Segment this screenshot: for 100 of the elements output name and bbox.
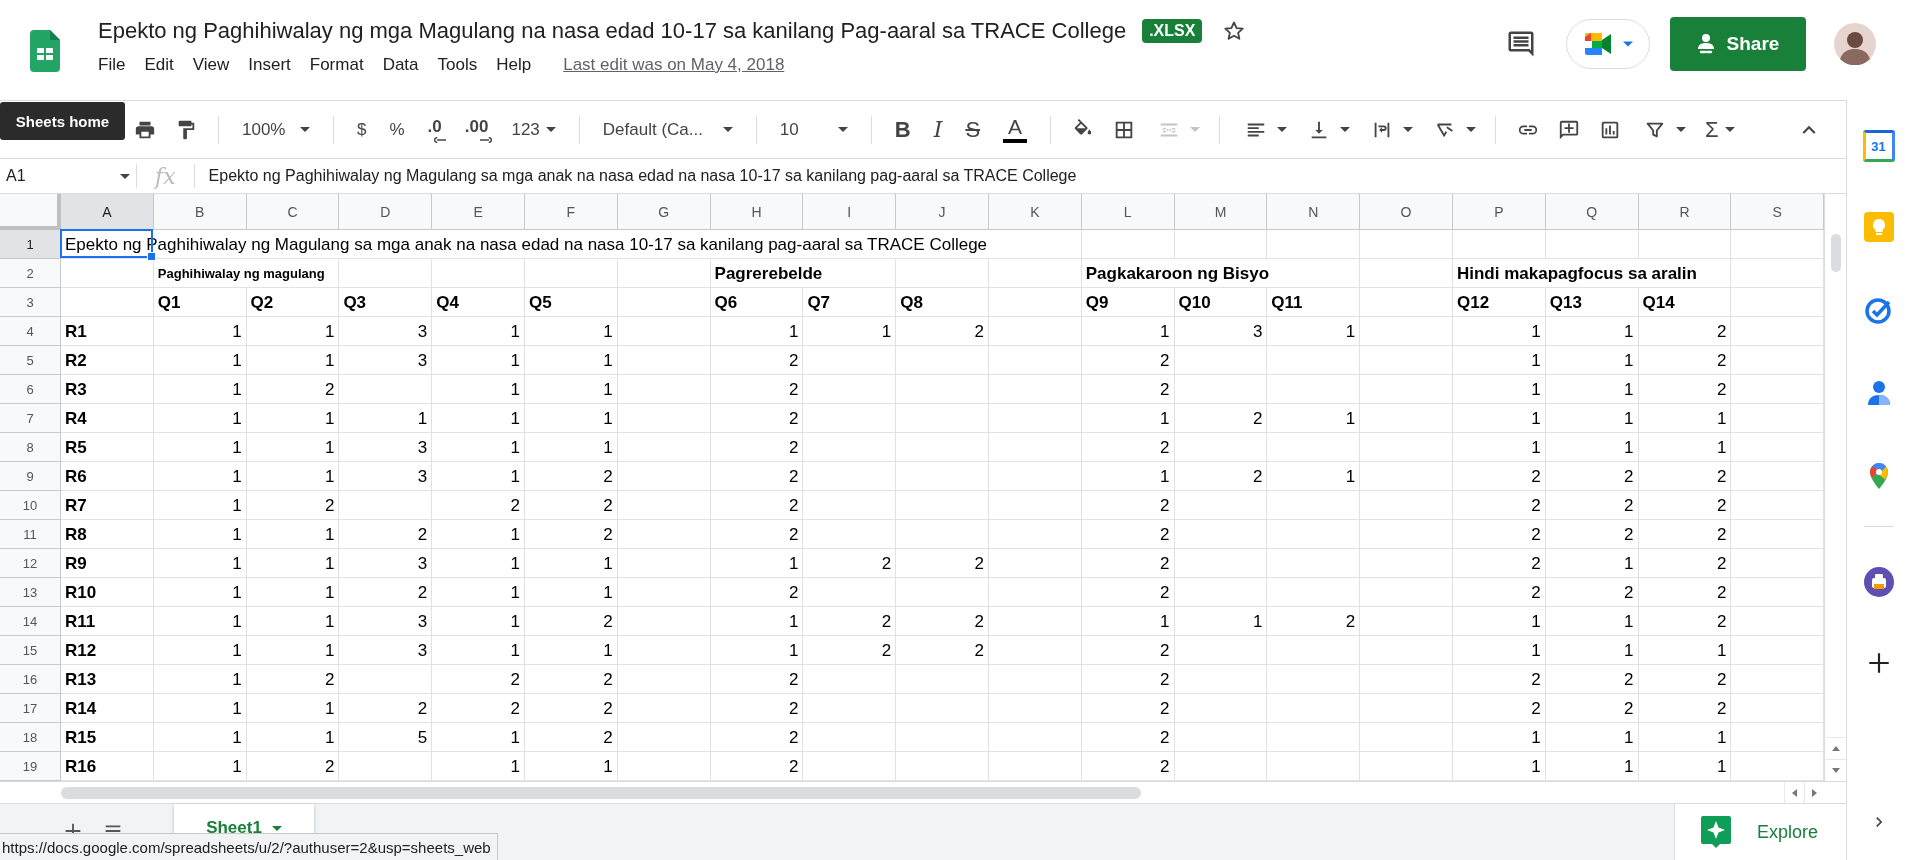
table-cell[interactable]: R5: [61, 433, 154, 462]
table-cell[interactable]: [1267, 346, 1361, 375]
table-cell[interactable]: [803, 578, 897, 607]
table-cell[interactable]: [1174, 549, 1268, 578]
table-cell[interactable]: 1: [153, 723, 247, 752]
table-cell[interactable]: [988, 404, 1082, 433]
table-cell[interactable]: 2: [896, 317, 989, 346]
scrollbar-thumb[interactable]: [1830, 234, 1841, 272]
table-cell[interactable]: [617, 607, 711, 636]
explore-button[interactable]: Explore: [1674, 804, 1846, 860]
table-cell[interactable]: [1174, 636, 1268, 665]
table-cell[interactable]: 2: [246, 752, 340, 781]
table-cell[interactable]: [988, 578, 1082, 607]
row-header[interactable]: 6: [0, 375, 61, 404]
table-cell[interactable]: [1731, 491, 1825, 520]
table-cell[interactable]: R2: [61, 346, 154, 375]
table-cell[interactable]: 2: [339, 694, 433, 723]
table-cell[interactable]: 2: [896, 636, 989, 665]
table-cell[interactable]: [617, 404, 711, 433]
table-cell[interactable]: [988, 433, 1082, 462]
table-cell[interactable]: [1174, 578, 1268, 607]
table-cell[interactable]: 1: [1452, 346, 1546, 375]
table-cell[interactable]: [988, 723, 1082, 752]
table-cell[interactable]: [1360, 665, 1453, 694]
table-cell[interactable]: 5: [339, 723, 433, 752]
table-cell[interactable]: [896, 462, 989, 491]
table-cell[interactable]: 1: [1638, 636, 1732, 665]
row-header[interactable]: 5: [0, 346, 61, 375]
table-cell[interactable]: 2: [1545, 520, 1639, 549]
table-cell[interactable]: Q1: [153, 288, 247, 317]
column-header[interactable]: P: [1452, 194, 1546, 230]
table-cell[interactable]: 1: [153, 462, 247, 491]
table-cell[interactable]: 1: [432, 578, 525, 607]
table-cell[interactable]: 1: [432, 317, 525, 346]
table-cell[interactable]: 2: [1452, 578, 1546, 607]
table-cell[interactable]: 2: [710, 752, 804, 781]
table-cell[interactable]: Q11: [1267, 288, 1361, 317]
table-cell[interactable]: 1: [525, 752, 618, 781]
table-cell[interactable]: 1: [153, 520, 247, 549]
table-cell[interactable]: [1174, 230, 1268, 259]
table-cell[interactable]: 2: [896, 549, 989, 578]
column-header[interactable]: F: [525, 194, 618, 230]
table-cell[interactable]: [1452, 230, 1546, 259]
table-cell[interactable]: 1: [1545, 549, 1639, 578]
table-cell[interactable]: R7: [61, 491, 154, 520]
table-cell[interactable]: [617, 636, 711, 665]
table-cell[interactable]: 2: [1638, 694, 1732, 723]
table-cell[interactable]: R1: [61, 317, 154, 346]
row-header[interactable]: 14: [0, 607, 61, 636]
table-cell[interactable]: R12: [61, 636, 154, 665]
table-cell[interactable]: 1: [710, 317, 804, 346]
table-cell[interactable]: [617, 578, 711, 607]
table-cell[interactable]: 1: [246, 694, 340, 723]
table-cell[interactable]: 2: [710, 520, 804, 549]
table-cell[interactable]: [1174, 694, 1268, 723]
table-cell[interactable]: 2: [710, 375, 804, 404]
table-cell[interactable]: 2: [710, 665, 804, 694]
table-cell[interactable]: [1731, 346, 1825, 375]
table-cell[interactable]: Paghihiwalay ng magulang: [153, 259, 340, 288]
table-cell[interactable]: 1: [1545, 404, 1639, 433]
menu-item[interactable]: File: [98, 55, 126, 75]
column-header[interactable]: K: [988, 194, 1082, 230]
table-cell[interactable]: 1: [246, 549, 340, 578]
table-cell[interactable]: 1: [153, 404, 247, 433]
table-cell[interactable]: [1360, 636, 1453, 665]
table-cell[interactable]: 1: [1545, 752, 1639, 781]
table-cell[interactable]: [1360, 491, 1453, 520]
table-cell[interactable]: 2: [1545, 578, 1639, 607]
table-cell[interactable]: [1731, 723, 1825, 752]
table-cell[interactable]: [896, 694, 989, 723]
table-cell[interactable]: 2: [432, 491, 525, 520]
functions-button[interactable]: Σ: [1697, 112, 1743, 147]
table-cell[interactable]: 1: [246, 317, 340, 346]
table-cell[interactable]: R10: [61, 578, 154, 607]
table-cell[interactable]: 2: [1638, 346, 1732, 375]
table-cell[interactable]: 2: [1081, 636, 1175, 665]
table-cell[interactable]: 2: [710, 578, 804, 607]
table-cell[interactable]: 2: [525, 491, 618, 520]
row-header[interactable]: 1: [0, 230, 61, 259]
table-cell[interactable]: 3: [339, 317, 433, 346]
table-cell[interactable]: R9: [61, 549, 154, 578]
table-cell[interactable]: 2: [525, 694, 618, 723]
row-header[interactable]: 16: [0, 665, 61, 694]
table-cell[interactable]: 2: [710, 491, 804, 520]
table-cell[interactable]: [1731, 375, 1825, 404]
table-cell[interactable]: [1174, 665, 1268, 694]
table-cell[interactable]: Q4: [432, 288, 525, 317]
table-cell[interactable]: [339, 752, 433, 781]
column-header[interactable]: C: [246, 194, 340, 230]
table-cell[interactable]: [1360, 520, 1453, 549]
table-cell[interactable]: [1731, 230, 1825, 259]
table-cell[interactable]: 2: [1081, 433, 1175, 462]
table-cell[interactable]: [1360, 433, 1453, 462]
table-cell[interactable]: [339, 491, 433, 520]
table-cell[interactable]: 2: [710, 462, 804, 491]
table-cell[interactable]: 1: [246, 346, 340, 375]
table-cell[interactable]: [803, 694, 897, 723]
table-cell[interactable]: 1: [246, 462, 340, 491]
table-cell[interactable]: 3: [1174, 317, 1268, 346]
table-cell[interactable]: [1731, 462, 1825, 491]
